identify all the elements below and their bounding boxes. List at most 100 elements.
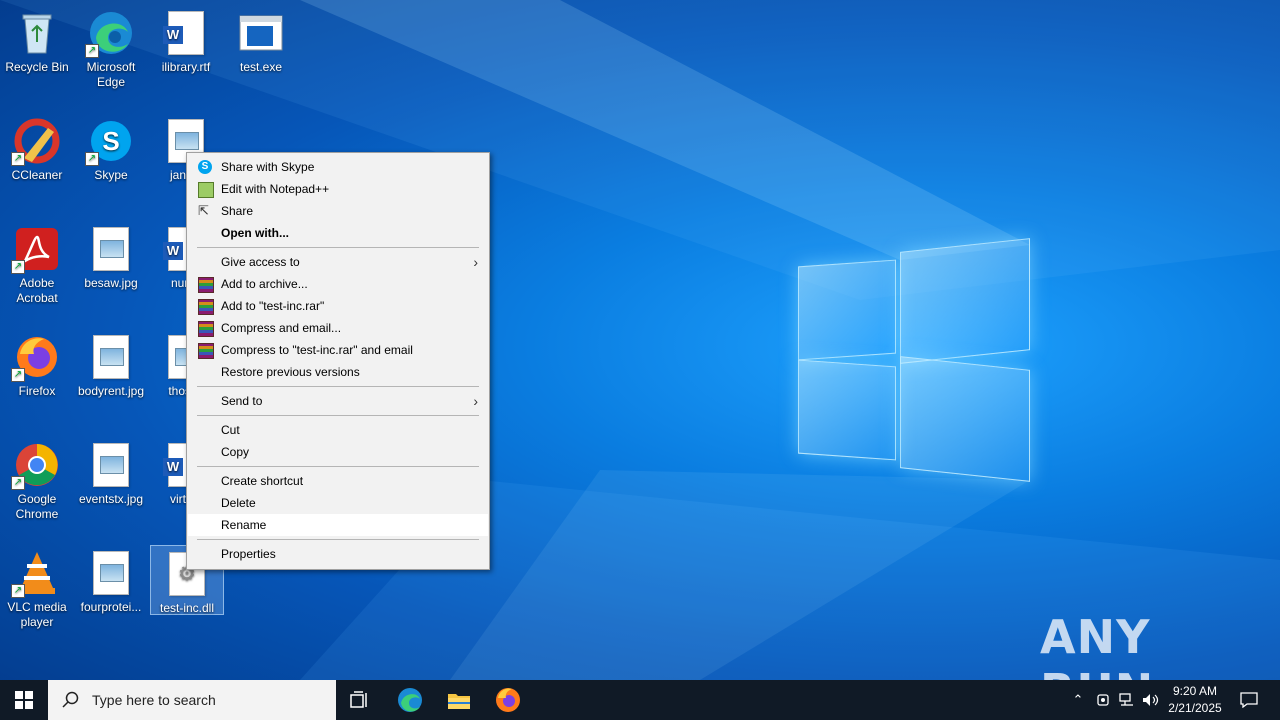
desktop-icon-skype[interactable]: S ↗ Skype — [75, 113, 147, 183]
skype-icon: S — [198, 160, 212, 174]
desktop-icon-label: ilibrary.rtf — [161, 60, 211, 74]
taskbar-firefox-button[interactable] — [484, 680, 532, 720]
search-icon — [62, 691, 79, 708]
desktop-icon-test-exe[interactable]: test.exe — [225, 5, 297, 75]
chrome-icon: ↗ — [11, 441, 61, 490]
acrobat-icon: ↗ — [11, 225, 61, 274]
desktop-icon-google-chrome[interactable]: ↗ Google Chrome — [1, 437, 73, 522]
clock-time: 9:20 AM — [1172, 684, 1218, 698]
folder-icon — [448, 694, 470, 709]
menu-item-cut[interactable]: Cut — [188, 419, 488, 441]
shortcut-arrow-icon: ↗ — [85, 44, 99, 58]
firefox-icon: ↗ — [11, 333, 61, 382]
desktop-icon-label: eventstx.jpg — [78, 492, 144, 506]
edge-icon — [398, 688, 422, 712]
desktop-icon-label: Skype — [94, 168, 128, 182]
start-button[interactable] — [0, 680, 48, 720]
desktop-icon-label: Recycle Bin — [5, 60, 69, 74]
menu-item-compress-and-email[interactable]: Compress and email... — [188, 317, 488, 339]
menu-item-share-with-skype[interactable]: S Share with Skype — [188, 156, 488, 178]
menu-item-create-shortcut[interactable]: Create shortcut — [188, 470, 488, 492]
desktop-icon-ilibrary-rtf[interactable]: W ilibrary.rtf — [150, 5, 222, 75]
volume-button[interactable] — [1140, 680, 1162, 720]
firefox-icon — [496, 688, 520, 712]
exe-window-icon — [237, 9, 285, 57]
notification-icon — [1240, 692, 1258, 708]
action-center-button[interactable] — [1234, 680, 1264, 720]
notepadpp-icon — [198, 182, 214, 198]
menu-separator — [197, 415, 479, 416]
taskbar-clock[interactable]: 9:20 AM 2/21/2025 — [1160, 683, 1230, 717]
image-file-icon — [87, 333, 135, 381]
desktop-icon-label: Firefox — [18, 384, 56, 398]
menu-item-delete[interactable]: Delete — [188, 492, 488, 514]
svg-text:S: S — [102, 126, 119, 156]
menu-item-copy[interactable]: Copy — [188, 441, 488, 463]
menu-item-properties[interactable]: Properties — [188, 543, 488, 565]
menu-item-add-to-archive[interactable]: Add to archive... — [188, 273, 488, 295]
task-view-icon — [350, 691, 367, 708]
image-file-icon — [87, 441, 135, 489]
speaker-icon — [1143, 694, 1159, 706]
desktop-icon-label: Google Chrome — [15, 492, 59, 521]
menu-item-compress-to-rar-and-email[interactable]: Compress to "test-inc.rar" and email — [188, 339, 488, 361]
taskbar-search-box[interactable]: Type here to search — [48, 680, 336, 720]
image-file-icon — [87, 225, 135, 273]
desktop-icon-label: bodyrent.jpg — [77, 384, 145, 398]
shortcut-arrow-icon: ↗ — [11, 476, 25, 490]
network-button[interactable] — [1116, 680, 1138, 720]
menu-item-restore-previous-versions[interactable]: Restore previous versions — [188, 361, 488, 383]
desktop-icon-adobe-acrobat[interactable]: ↗ Adobe Acrobat — [1, 221, 73, 306]
menu-separator — [197, 466, 479, 467]
image-file-icon — [87, 549, 135, 597]
chevron-right-icon: › — [473, 254, 478, 270]
menu-item-share[interactable]: ⇱ Share — [188, 200, 488, 222]
menu-item-rename[interactable]: Rename — [188, 514, 488, 536]
word-document-icon: W — [162, 9, 210, 57]
desktop-icon-label: test-inc.dll — [159, 601, 215, 615]
shortcut-arrow-icon: ↗ — [85, 152, 99, 166]
desktop-icon-label: Microsoft Edge — [86, 60, 136, 89]
show-hidden-icons-button[interactable]: ⌃ — [1068, 680, 1088, 720]
desktop-icon-edge[interactable]: ↗ Microsoft Edge — [75, 5, 147, 90]
menu-item-open-with[interactable]: Open with... — [188, 222, 488, 244]
desktop-icon-besaw-jpg[interactable]: besaw.jpg — [75, 221, 147, 291]
menu-item-send-to[interactable]: Send to › — [188, 390, 488, 412]
chevron-up-icon: ⌃ — [1072, 692, 1084, 707]
shortcut-arrow-icon: ↗ — [11, 368, 25, 382]
desktop-icon-bodyrent-jpg[interactable]: bodyrent.jpg — [75, 329, 147, 399]
taskbar: Type here to search ⌃ 9:20 AM 2/21/2025 — [0, 680, 1280, 720]
desktop-icon-label: besaw.jpg — [84, 276, 138, 290]
windows-start-icon — [15, 691, 33, 709]
winrar-icon — [198, 343, 214, 359]
desktop-icon-fourprotei[interactable]: fourprotei... — [75, 545, 147, 615]
desktop-icon-recycle-bin[interactable]: Recycle Bin — [1, 5, 73, 75]
menu-item-add-to-test-inc-rar[interactable]: Add to "test-inc.rar" — [188, 295, 488, 317]
desktop-icon-label: CCleaner — [11, 168, 63, 182]
tray-app-icon[interactable] — [1092, 680, 1114, 720]
context-menu: S Share with Skype Edit with Notepad++ ⇱… — [186, 152, 490, 570]
desktop-icon-ccleaner[interactable]: ↗ CCleaner — [1, 113, 73, 183]
menu-item-edit-with-notepadpp[interactable]: Edit with Notepad++ — [188, 178, 488, 200]
winrar-icon — [198, 321, 214, 337]
menu-separator — [197, 386, 479, 387]
desktop-icon-label: Adobe Acrobat — [16, 276, 58, 305]
vlc-icon: ↗ — [11, 549, 61, 598]
menu-separator — [197, 539, 479, 540]
ccleaner-icon: ↗ — [11, 117, 61, 166]
task-view-button[interactable] — [336, 680, 384, 720]
desktop-icon-label: test.exe — [239, 60, 283, 74]
chevron-right-icon: › — [473, 393, 478, 409]
windows-wallpaper-logo — [780, 235, 1040, 485]
taskbar-edge-button[interactable] — [386, 680, 434, 720]
desktop-icon-vlc[interactable]: ↗ VLC media player — [1, 545, 73, 630]
menu-item-give-access-to[interactable]: Give access to › — [188, 251, 488, 273]
desktop-icon-firefox[interactable]: ↗ Firefox — [1, 329, 73, 399]
desktop-icon-eventstx-jpg[interactable]: eventstx.jpg — [75, 437, 147, 507]
search-placeholder: Type here to search — [92, 692, 216, 708]
device-status-icon — [1097, 694, 1109, 706]
taskbar-file-explorer-button[interactable] — [435, 680, 483, 720]
share-icon: ⇱ — [198, 203, 209, 218]
skype-icon: S ↗ — [85, 117, 135, 166]
menu-separator — [197, 247, 479, 248]
